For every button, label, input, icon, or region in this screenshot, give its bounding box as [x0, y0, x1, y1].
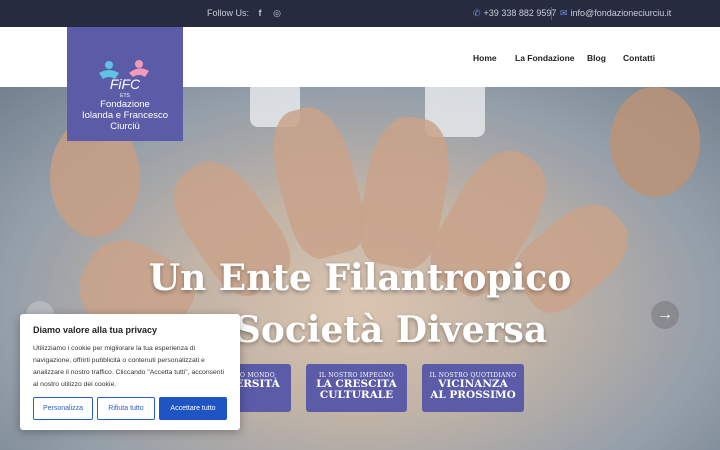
cookie-title: Diamo valore alla tua privacy [33, 325, 158, 335]
follow-us-label: Follow Us: [207, 8, 250, 18]
phone-link[interactable]: ✆ +39 338 882 9597 [473, 8, 556, 19]
site-logo[interactable]: FiFC ETS Fondazione Iolanda e Francesco … [67, 27, 183, 141]
phone-number: +39 338 882 9597 [483, 8, 557, 18]
facebook-icon[interactable]: f [254, 7, 266, 19]
cookie-accept-all-button[interactable]: Accettare tutto [159, 397, 227, 420]
email-link[interactable]: ✉ info@fondazioneciurciu.it [560, 8, 671, 19]
logo-text: Fondazione Iolanda e Francesco Ciurciù [67, 99, 183, 132]
instagram-icon[interactable]: ◎ [271, 7, 283, 19]
cookie-consent-banner: Diamo valore alla tua privacy Utilizziam… [20, 314, 240, 430]
mail-icon: ✉ [560, 8, 568, 18]
hero-badge-cultural-growth: IL NOSTRO IMPEGNO LA CRESCITA CULTURALE [306, 364, 407, 412]
email-address: info@fondazioneciurciu.it [570, 8, 672, 18]
cookie-description: Utilizziamo i cookie per migliorare la t… [33, 345, 224, 388]
phone-icon: ✆ [473, 8, 481, 18]
nav-blog[interactable]: Blog [587, 53, 606, 63]
badge-big-text: AL PROSSIMO [430, 389, 516, 401]
svg-text:FiFC: FiFC [110, 76, 141, 92]
nav-la-fondazione[interactable]: La Fondazione [515, 53, 575, 63]
cookie-reject-all-button[interactable]: Rifiuta tutto [97, 397, 155, 420]
logo-emblem-icon: FiFC ETS [99, 60, 149, 99]
hero-title-line-1: Un Ente Filantropico [148, 257, 572, 299]
logo-line-3: Ciurciù [110, 121, 140, 132]
hero-badge-closeness: IL NOSTRO QUOTIDIANO VICINANZA AL PROSSI… [422, 364, 524, 412]
cookie-customize-button[interactable]: Personalizza [33, 397, 93, 420]
logo-line-1: Fondazione [100, 99, 150, 110]
topbar-divider [551, 7, 552, 20]
badge-big-text: CULTURALE [319, 389, 394, 401]
top-bar: Follow Us: f ◎ ✆ +39 338 882 9597 ✉ info@f… [0, 0, 720, 27]
nav-contatti[interactable]: Contatti [623, 53, 655, 63]
logo-line-2: Iolanda e Francesco [81, 110, 169, 121]
nav-home[interactable]: Home [473, 53, 497, 63]
site-header: FiFC ETS Fondazione Iolanda e Francesco … [0, 27, 720, 141]
slider-next-arrow-icon[interactable]: → [651, 301, 679, 329]
